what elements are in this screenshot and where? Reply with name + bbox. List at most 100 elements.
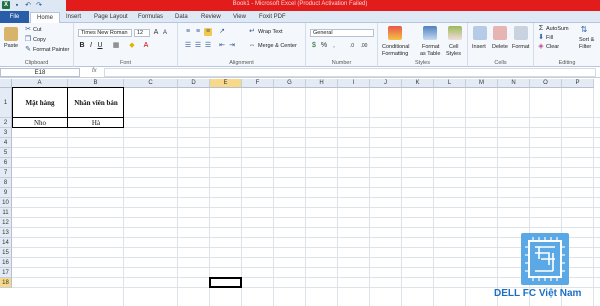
cell-a2[interactable]: Nho <box>12 118 68 128</box>
font-name-select[interactable]: Times New Roman <box>78 29 132 37</box>
excel-icon[interactable]: X <box>2 1 10 9</box>
row-header-15[interactable]: 15 <box>0 248 12 258</box>
tab-data[interactable]: Data <box>175 12 188 23</box>
copy-button[interactable]: Copy <box>33 37 46 43</box>
column-header-h[interactable]: H <box>306 79 338 88</box>
cell-styles-button-line2[interactable]: Styles <box>446 51 461 57</box>
column-header-m[interactable]: M <box>466 79 498 88</box>
row-header-8[interactable]: 8 <box>0 178 12 188</box>
column-header-k[interactable]: K <box>402 79 434 88</box>
row-header-16[interactable]: 16 <box>0 258 12 268</box>
font-color-icon[interactable]: A <box>142 42 150 50</box>
bold-icon[interactable]: B <box>78 42 86 50</box>
column-header-e[interactable]: E <box>210 79 242 88</box>
shrink-font-icon[interactable]: A <box>161 29 169 37</box>
increase-decimal-icon[interactable]: .0 <box>348 42 356 50</box>
italic-icon[interactable]: I <box>87 42 95 50</box>
cell-styles-button[interactable]: Cell <box>449 44 458 50</box>
redo-icon[interactable]: ↷ <box>35 1 43 9</box>
format-as-table-button-line2[interactable]: as Table <box>420 51 440 57</box>
tab-insert[interactable]: Insert <box>66 12 81 23</box>
cell-b2[interactable]: Hà <box>68 118 124 128</box>
undo-icon[interactable]: ↶ <box>24 1 32 9</box>
column-header-n[interactable]: N <box>498 79 530 88</box>
align-center-icon[interactable]: ☰ <box>194 42 202 50</box>
row-header-17[interactable]: 17 <box>0 268 12 278</box>
tab-page-layout[interactable]: Page Layout <box>94 12 128 23</box>
active-cell-selection[interactable] <box>209 277 242 288</box>
delete-cells-button[interactable]: Delete <box>492 44 508 50</box>
conditional-formatting-button-line2[interactable]: Formatting <box>382 51 408 57</box>
number-format-select[interactable]: General <box>310 29 374 37</box>
align-middle-icon[interactable]: ≡ <box>194 28 202 36</box>
wrap-text-button[interactable]: Wrap Text <box>258 29 283 35</box>
column-header-c[interactable]: C <box>124 79 178 88</box>
decrease-indent-icon[interactable]: ⇤ <box>218 42 226 50</box>
cut-button[interactable]: Cut <box>33 27 42 33</box>
sort-filter-button[interactable]: Sort & <box>579 37 594 43</box>
underline-icon[interactable]: U <box>96 42 104 50</box>
orientation-icon[interactable]: ↗ <box>218 28 226 36</box>
column-header-i[interactable]: I <box>338 79 370 88</box>
column-header-j[interactable]: J <box>370 79 402 88</box>
cell-b1[interactable]: Nhân viên bán <box>68 88 124 118</box>
row-header-12[interactable]: 12 <box>0 218 12 228</box>
tab-view[interactable]: View <box>233 12 246 23</box>
paste-button[interactable]: Paste <box>4 43 18 49</box>
tab-home[interactable]: Home <box>30 12 61 23</box>
tab-review[interactable]: Review <box>201 12 221 23</box>
sort-filter-button-line2[interactable]: Filter <box>579 44 591 50</box>
row-header-10[interactable]: 10 <box>0 198 12 208</box>
column-header-l[interactable]: L <box>434 79 466 88</box>
percent-icon[interactable]: % <box>320 42 328 50</box>
row-header-13[interactable]: 13 <box>0 228 12 238</box>
tab-foxit-pdf[interactable]: Foxit PDF <box>259 12 286 23</box>
borders-icon[interactable]: ▦ <box>112 42 120 50</box>
insert-cells-button[interactable]: Insert <box>472 44 486 50</box>
name-box[interactable]: E18 <box>0 68 80 77</box>
row-header-11[interactable]: 11 <box>0 208 12 218</box>
align-bottom-icon[interactable]: ≡ <box>204 28 212 36</box>
row-header-2[interactable]: 2 <box>0 118 12 128</box>
row-header-14[interactable]: 14 <box>0 238 12 248</box>
fx-icon[interactable]: fx <box>92 68 97 74</box>
row-header-1[interactable]: 1 <box>0 88 12 118</box>
select-all-corner[interactable] <box>0 79 12 88</box>
column-header-g[interactable]: G <box>274 79 306 88</box>
comma-style-icon[interactable]: , <box>330 42 338 50</box>
row-header-18[interactable]: 18 <box>0 278 12 288</box>
row-header-6[interactable]: 6 <box>0 158 12 168</box>
align-right-icon[interactable]: ☰ <box>204 42 212 50</box>
grow-font-icon[interactable]: A <box>152 29 160 37</box>
spreadsheet-grid[interactable]: A B C D E F G H I J K L M N O P 1 2 3 4 5 6 7 8 9 10 11 12 13 14 15 16 1… <box>0 79 600 306</box>
row-header-7[interactable]: 7 <box>0 168 12 178</box>
column-header-f[interactable]: F <box>242 79 274 88</box>
font-size-select[interactable]: 12 <box>134 29 150 37</box>
format-cells-button[interactable]: Format <box>512 44 529 50</box>
column-header-o[interactable]: O <box>530 79 562 88</box>
cell-a1[interactable]: Mặt hàng <box>12 88 68 118</box>
column-header-d[interactable]: D <box>178 79 210 88</box>
save-icon[interactable]: ▪ <box>13 1 21 9</box>
format-painter-button[interactable]: Format Painter <box>33 47 69 53</box>
column-header-p[interactable]: P <box>562 79 594 88</box>
fill-button[interactable]: Fill <box>546 35 553 41</box>
clear-button[interactable]: Clear <box>546 44 559 50</box>
increase-indent-icon[interactable]: ⇥ <box>228 42 236 50</box>
row-header-4[interactable]: 4 <box>0 138 12 148</box>
currency-icon[interactable]: $ <box>310 42 318 50</box>
format-as-table-button[interactable]: Format <box>422 44 439 50</box>
tab-formulas[interactable]: Formulas <box>138 12 163 23</box>
tab-file[interactable]: File <box>0 11 29 23</box>
paste-icon[interactable] <box>4 27 18 41</box>
row-header-9[interactable]: 9 <box>0 188 12 198</box>
align-left-icon[interactable]: ☰ <box>184 42 192 50</box>
row-header-5[interactable]: 5 <box>0 148 12 158</box>
align-top-icon[interactable]: ≡ <box>184 28 192 36</box>
row-header-3[interactable]: 3 <box>0 128 12 138</box>
merge-center-button[interactable]: Merge & Center <box>258 43 297 49</box>
autosum-button[interactable]: AutoSum <box>546 26 569 32</box>
conditional-formatting-button[interactable]: Conditional <box>382 44 410 50</box>
formula-input[interactable] <box>104 68 596 77</box>
decrease-decimal-icon[interactable]: .00 <box>360 42 368 50</box>
